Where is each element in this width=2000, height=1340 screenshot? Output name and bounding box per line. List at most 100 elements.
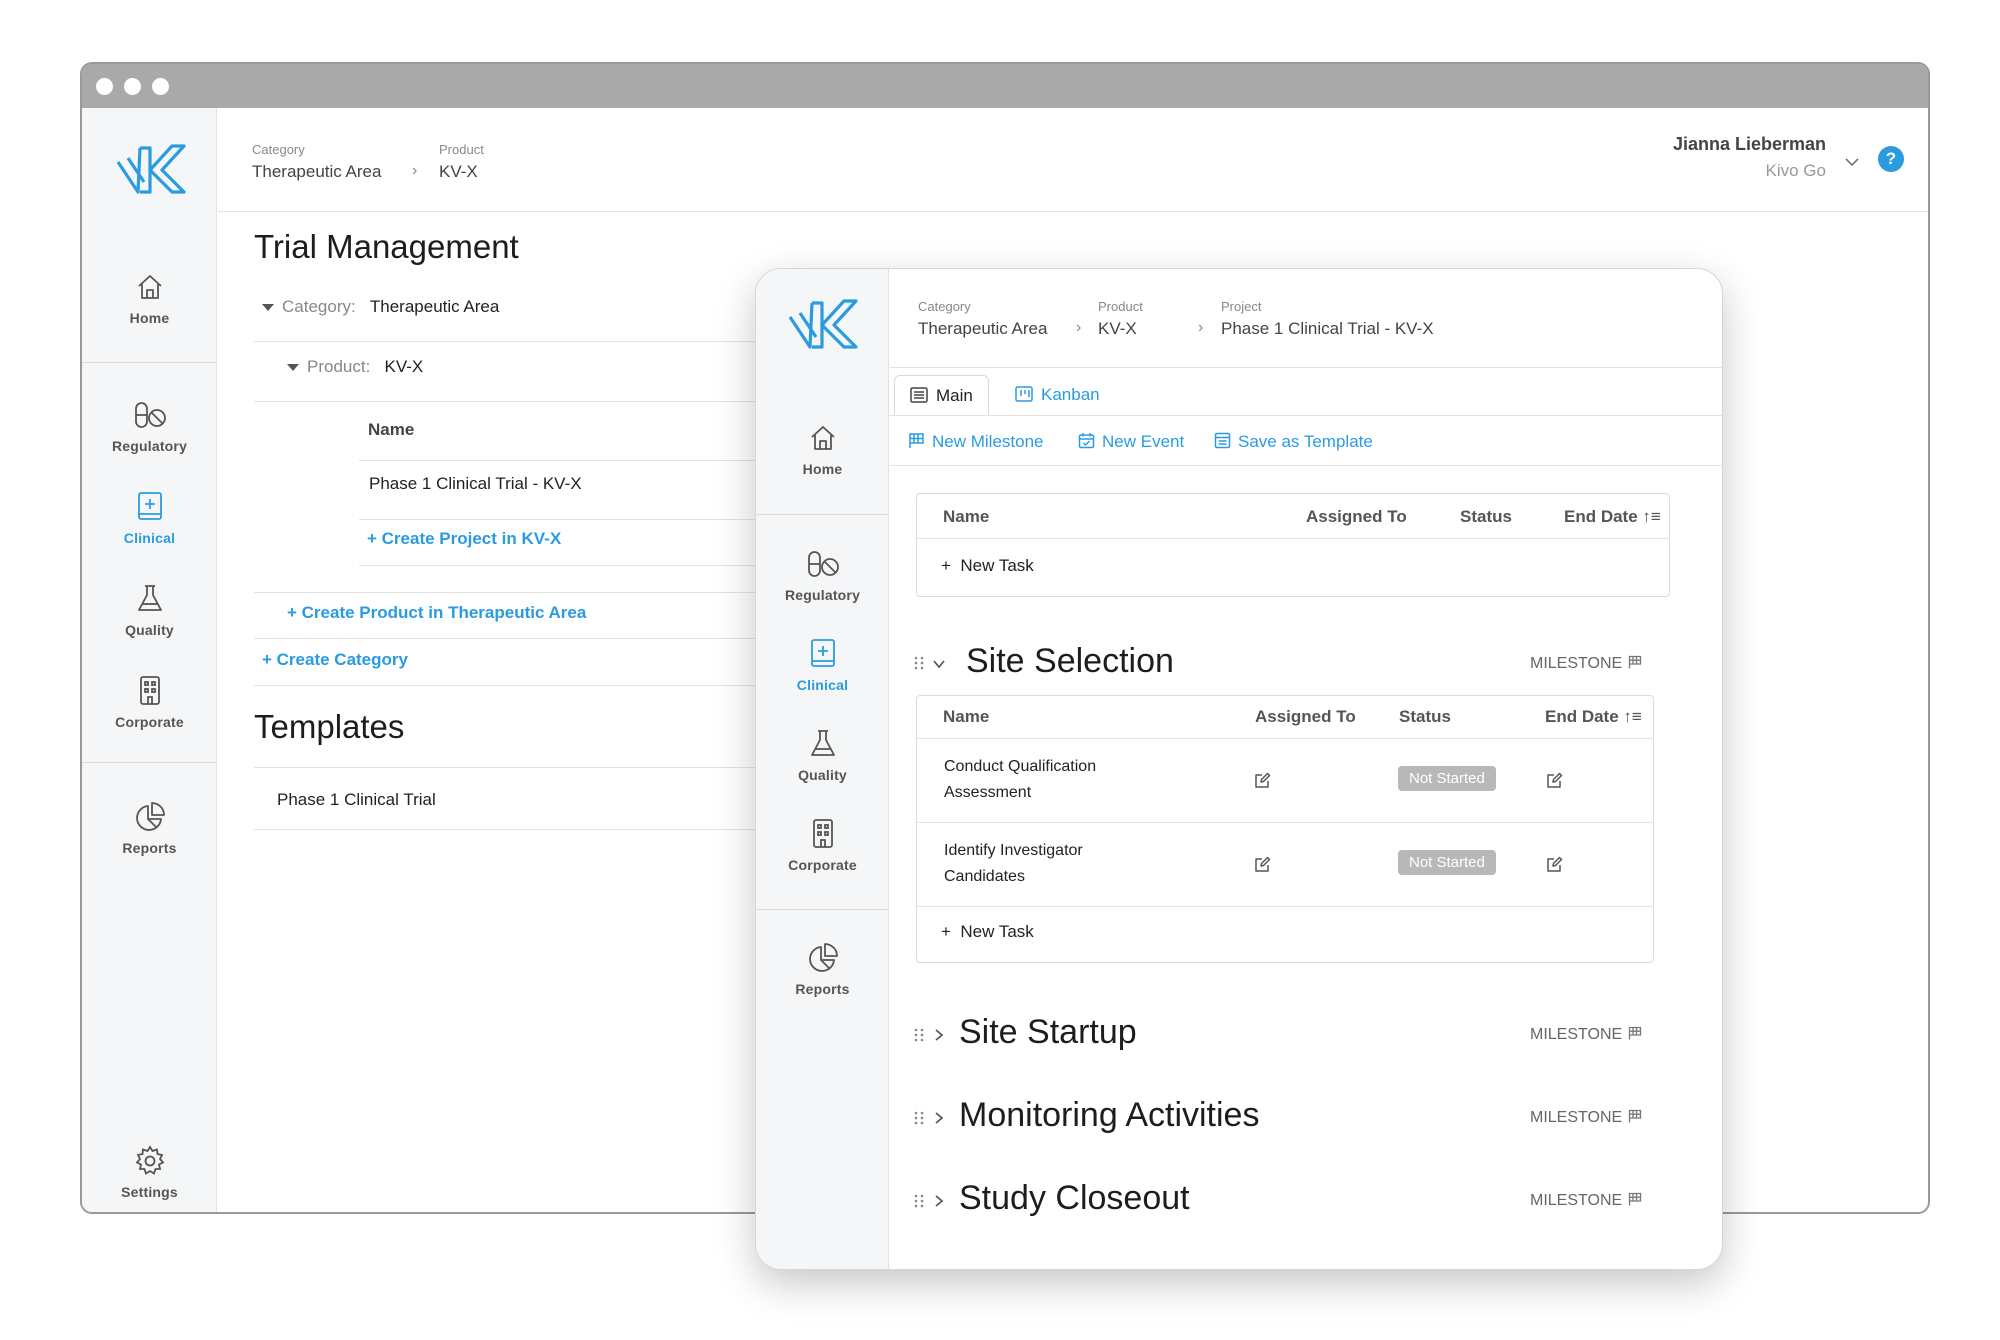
sidebar-item-home[interactable]: Home bbox=[82, 270, 217, 326]
name-column-header[interactable]: Name bbox=[943, 507, 989, 527]
template-row[interactable]: Phase 1 Clinical Trial bbox=[277, 790, 436, 810]
create-product-link[interactable]: + Create Product in Therapeutic Area bbox=[287, 603, 586, 623]
product-key: Product: bbox=[307, 357, 371, 376]
caret-down-icon[interactable] bbox=[287, 364, 299, 372]
drag-handle-icon[interactable] bbox=[914, 1028, 924, 1042]
breadcrumb-value: KV-X bbox=[1098, 319, 1137, 338]
new-milestone-button[interactable]: New Milestone bbox=[908, 432, 1044, 452]
assigned-column-header[interactable]: Assigned To bbox=[1255, 707, 1356, 727]
sidebar-item-label: Reports bbox=[122, 840, 177, 856]
milestone-title[interactable]: Study Closeout bbox=[959, 1179, 1190, 1218]
milestone-tag-label: MILESTONE bbox=[1530, 1109, 1623, 1126]
divider bbox=[917, 738, 1653, 739]
page-title: Trial Management bbox=[254, 228, 519, 265]
sidebar-item-label: Clinical bbox=[123, 530, 176, 546]
breadcrumb-category[interactable]: Category Therapeutic Area bbox=[918, 299, 1047, 339]
divider bbox=[917, 538, 1669, 539]
chevron-down-icon[interactable] bbox=[932, 657, 946, 671]
category-key: Category: bbox=[282, 297, 356, 316]
sidebar-item-reports[interactable]: Reports bbox=[82, 800, 217, 856]
sidebar-item-quality[interactable]: Quality bbox=[82, 582, 217, 638]
project-row[interactable]: Phase 1 Clinical Trial - KV-X bbox=[369, 474, 582, 494]
edit-assignee-icon[interactable] bbox=[1253, 856, 1271, 874]
milestone-tag-label: MILESTONE bbox=[1530, 1026, 1623, 1043]
drag-handle-icon[interactable] bbox=[914, 1111, 924, 1125]
pie-chart-icon bbox=[135, 802, 165, 831]
window-titlebar bbox=[82, 64, 1928, 108]
sidebar-item-corporate[interactable]: Corporate bbox=[82, 674, 217, 730]
window-minimize-dot[interactable] bbox=[124, 78, 141, 95]
kivo-logo-icon[interactable] bbox=[786, 297, 860, 349]
create-category-link[interactable]: + Create Category bbox=[262, 650, 408, 670]
end-date-column-header[interactable]: End Date ↑≡ bbox=[1564, 507, 1661, 527]
caret-down-icon[interactable] bbox=[262, 304, 274, 312]
sidebar-item-clinical[interactable]: Clinical bbox=[756, 637, 889, 693]
tab-label: Kanban bbox=[1041, 385, 1100, 404]
chevron-right-icon: › bbox=[1198, 319, 1204, 336]
new-event-button[interactable]: New Event bbox=[1078, 432, 1184, 452]
sidebar-item-label: Reports bbox=[795, 981, 850, 997]
chevron-right-icon[interactable] bbox=[932, 1111, 946, 1125]
product-row[interactable]: Product: KV-X bbox=[287, 357, 423, 377]
milestone-flag-icon bbox=[1629, 1026, 1642, 1040]
sidebar-item-regulatory[interactable]: Regulatory bbox=[756, 547, 889, 603]
milestone-title[interactable]: Site Selection bbox=[966, 642, 1174, 681]
create-project-link[interactable]: + Create Project in KV-X bbox=[367, 529, 561, 549]
status-badge[interactable]: Not Started bbox=[1398, 766, 1496, 791]
action-label: Save as Template bbox=[1238, 432, 1373, 451]
save-as-template-button[interactable]: Save as Template bbox=[1214, 432, 1373, 452]
drag-handle-icon[interactable] bbox=[914, 1194, 924, 1208]
status-badge[interactable]: Not Started bbox=[1398, 850, 1496, 875]
sidebar-item-label: Regulatory bbox=[784, 587, 861, 603]
drag-handle-icon[interactable] bbox=[914, 656, 924, 670]
sidebar-item-label: Quality bbox=[125, 622, 174, 638]
end-date-column-header[interactable]: End Date ↑≡ bbox=[1545, 707, 1642, 727]
user-menu[interactable]: Jianna Lieberman Kivo Go bbox=[1673, 134, 1826, 181]
divider bbox=[359, 565, 764, 566]
assigned-column-header[interactable]: Assigned To bbox=[1306, 507, 1407, 527]
breadcrumb-category[interactable]: Category Therapeutic Area bbox=[252, 142, 381, 182]
kivo-logo-icon[interactable] bbox=[114, 142, 188, 194]
sidebar-item-corporate[interactable]: Corporate bbox=[756, 817, 889, 873]
breadcrumb-product[interactable]: Product KV-X bbox=[439, 142, 484, 182]
chevron-right-icon[interactable] bbox=[932, 1194, 946, 1208]
breadcrumb-product[interactable]: Product KV-X bbox=[1098, 299, 1143, 339]
name-column-header[interactable]: Name bbox=[943, 707, 989, 727]
sort-ascending-icon[interactable]: ↑≡ bbox=[1642, 507, 1660, 526]
sidebar-item-clinical[interactable]: Clinical bbox=[82, 490, 217, 546]
sidebar-item-quality[interactable]: Quality bbox=[756, 727, 889, 783]
sidebar-divider bbox=[756, 514, 889, 515]
sidebar-item-home[interactable]: Home bbox=[756, 421, 889, 477]
help-button[interactable]: ? bbox=[1878, 146, 1904, 172]
sidebar: Home Regulatory Clinical Quality Corpora… bbox=[82, 108, 217, 1212]
sidebar-item-settings[interactable]: Settings bbox=[82, 1144, 217, 1200]
milestone-title[interactable]: Monitoring Activities bbox=[959, 1096, 1259, 1135]
task-name[interactable]: Identify Investigator Candidates bbox=[944, 838, 1083, 890]
new-task-button[interactable]: + New Task bbox=[941, 556, 1034, 576]
divider bbox=[254, 685, 764, 686]
breadcrumb-project[interactable]: Project Phase 1 Clinical Trial - KV-X bbox=[1221, 299, 1434, 339]
window-close-dot[interactable] bbox=[96, 78, 113, 95]
tab-main[interactable]: Main bbox=[894, 375, 989, 415]
sort-ascending-icon[interactable]: ↑≡ bbox=[1623, 707, 1641, 726]
milestone-title[interactable]: Site Startup bbox=[959, 1013, 1137, 1052]
sidebar-item-regulatory[interactable]: Regulatory bbox=[82, 398, 217, 454]
sidebar-item-reports[interactable]: Reports bbox=[756, 941, 889, 997]
status-column-header[interactable]: Status bbox=[1460, 507, 1512, 527]
chevron-right-icon[interactable] bbox=[932, 1028, 946, 1042]
window-zoom-dot[interactable] bbox=[152, 78, 169, 95]
category-row[interactable]: Category: Therapeutic Area bbox=[262, 297, 499, 317]
task-name[interactable]: Conduct Qualification Assessment bbox=[944, 754, 1096, 806]
new-task-button[interactable]: + New Task bbox=[941, 922, 1034, 942]
edit-end-date-icon[interactable] bbox=[1545, 856, 1563, 874]
breadcrumb-value: Therapeutic Area bbox=[918, 319, 1048, 338]
edit-assignee-icon[interactable] bbox=[1253, 772, 1271, 790]
chevron-down-icon[interactable] bbox=[1844, 154, 1860, 170]
tab-kanban[interactable]: Kanban bbox=[1000, 375, 1115, 415]
header-divider bbox=[218, 211, 1928, 212]
status-column-header[interactable]: Status bbox=[1399, 707, 1451, 727]
milestone-flag-icon bbox=[1629, 1109, 1642, 1123]
edit-end-date-icon[interactable] bbox=[1545, 772, 1563, 790]
breadcrumb-label: Product bbox=[1098, 299, 1143, 314]
header-divider bbox=[890, 367, 1722, 368]
